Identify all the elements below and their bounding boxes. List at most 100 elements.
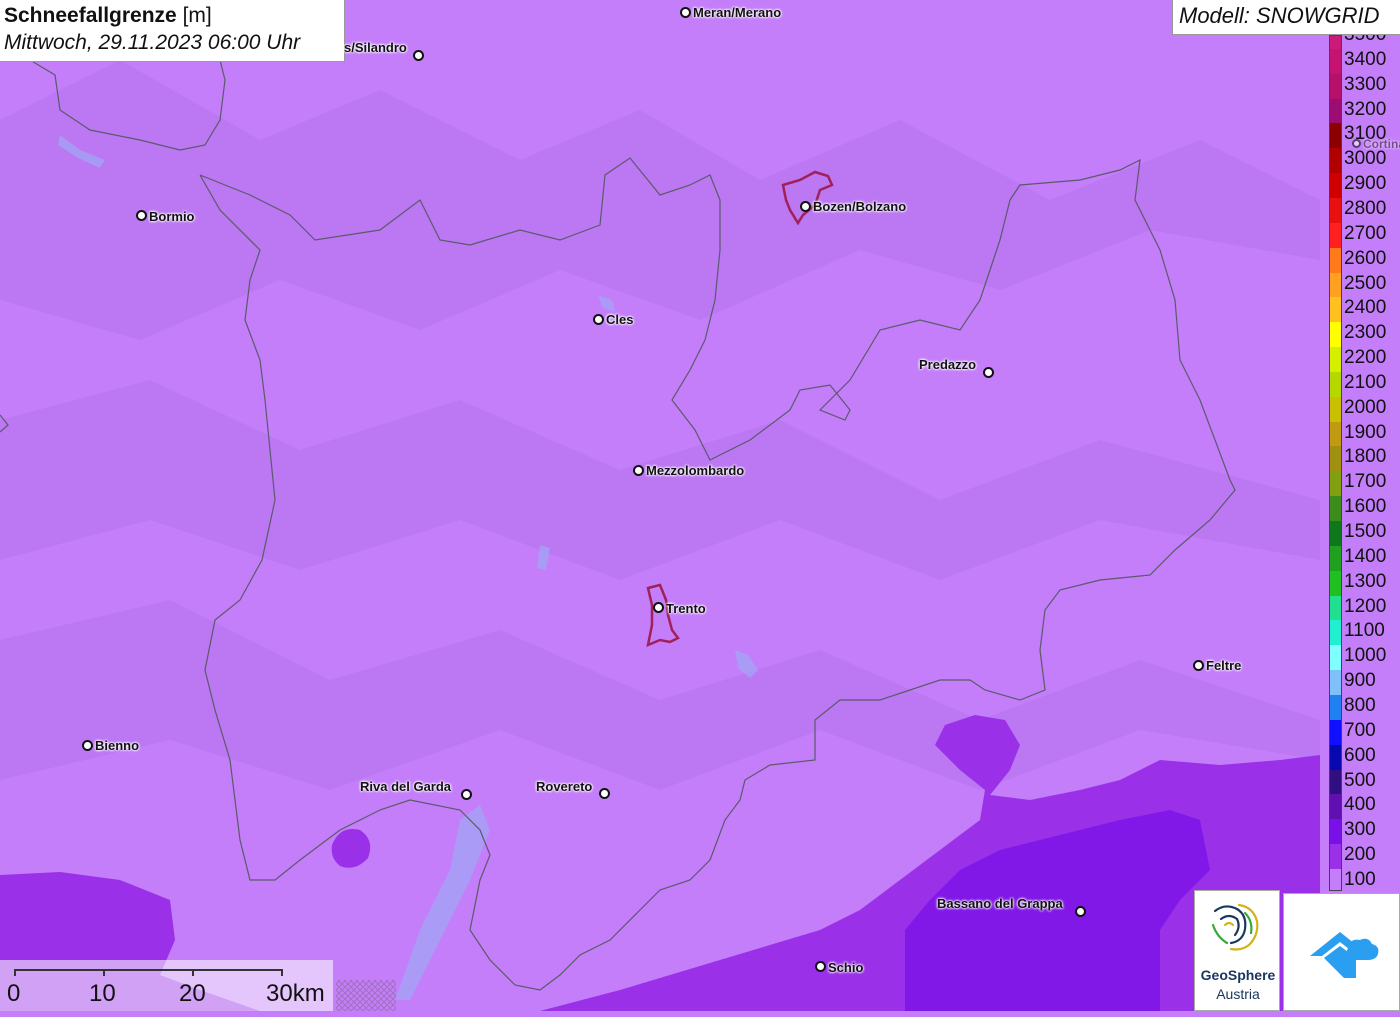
map-date: Mittwoch, 29.11.2023 06:00 Uhr: [4, 31, 301, 54]
legend-label: 2200: [1344, 347, 1387, 369]
snowfall-limit-map[interactable]: [0, 0, 1400, 1011]
city-label-merano[interactable]: Meran/Merano: [693, 5, 781, 20]
city-dot-schio[interactable]: [815, 961, 826, 972]
legend-label: 1900: [1344, 421, 1387, 443]
legend-label: 600: [1344, 744, 1376, 766]
city-label-schio[interactable]: Schio: [828, 960, 863, 975]
scale-tick: [14, 969, 16, 976]
city-label-bolzano[interactable]: Bozen/Bolzano: [813, 199, 906, 214]
legend-label: 2600: [1344, 247, 1387, 269]
city-label-cles[interactable]: Cles: [606, 312, 633, 327]
city-label-riva[interactable]: Riva del Garda: [360, 779, 451, 794]
city-dot-bormio[interactable]: [136, 210, 147, 221]
legend-label: 1200: [1344, 595, 1387, 617]
city-label-silandro[interactable]: s/Silandro: [344, 40, 407, 55]
legend-label: 3000: [1344, 148, 1387, 170]
legend-swatch: [1330, 322, 1341, 348]
city-dot-cles[interactable]: [593, 314, 604, 325]
scale-tick: [192, 969, 194, 976]
geosphere-logo[interactable]: GeoSphere Austria: [1194, 890, 1280, 1011]
city-dot-bassano[interactable]: [1075, 906, 1086, 917]
legend-label: 2700: [1344, 222, 1387, 244]
legend-swatch: [1330, 347, 1341, 373]
legend-swatch: [1330, 396, 1341, 423]
legend-swatch: [1330, 769, 1341, 795]
title-unit: [m]: [182, 4, 212, 27]
scale-label-20: 20: [179, 980, 206, 1007]
legend-label: 800: [1344, 694, 1376, 716]
legend-swatch: [1330, 819, 1341, 845]
legend-swatch: [1330, 297, 1341, 323]
legend-label: 1700: [1344, 471, 1387, 493]
city-label-bienno[interactable]: Bienno: [95, 738, 139, 753]
legend-swatch: [1330, 868, 1341, 890]
legend-swatch: [1330, 197, 1341, 224]
city-dot-mezzolombardo[interactable]: [633, 465, 644, 476]
city-label-feltre[interactable]: Feltre: [1206, 658, 1241, 673]
city-label-bassano[interactable]: Bassano del Grappa: [937, 896, 1063, 911]
legend-label: 1300: [1344, 570, 1387, 592]
legend-swatch: [1330, 36, 1341, 50]
legend-swatch: [1330, 272, 1341, 298]
city-dot-silandro[interactable]: [413, 50, 424, 61]
city-dot-cortina[interactable]: [1352, 139, 1361, 148]
scale-tick: [103, 969, 105, 976]
legend-swatch: [1330, 545, 1341, 572]
legend-label: 1100: [1344, 620, 1385, 642]
legend-swatch: [1330, 73, 1341, 100]
city-label-predazzo[interactable]: Predazzo: [919, 357, 976, 372]
city-dot-bienno[interactable]: [82, 740, 93, 751]
city-label-trento[interactable]: Trento: [666, 601, 706, 616]
city-label-mezzolombardo[interactable]: Mezzolombardo: [646, 463, 744, 478]
legend-swatch: [1330, 521, 1341, 547]
legend-label: 2100: [1344, 371, 1387, 393]
legend-label: 2000: [1344, 396, 1387, 418]
legend-label: 2800: [1344, 197, 1387, 219]
legend-swatch: [1330, 222, 1341, 249]
legend-swatch: [1330, 247, 1341, 273]
legend-label: 1000: [1344, 645, 1387, 667]
legend-swatch: [1330, 620, 1341, 646]
city-dot-trento[interactable]: [653, 602, 664, 613]
legend-swatch: [1330, 471, 1341, 497]
city-dot-feltre[interactable]: [1193, 660, 1204, 671]
city-dot-bolzano[interactable]: [800, 201, 811, 212]
legend-label: 2900: [1344, 173, 1387, 195]
city-label-bormio[interactable]: Bormio: [149, 209, 195, 224]
title-text: Schneefallgrenze: [4, 4, 177, 27]
legend-label: 3200: [1344, 98, 1387, 120]
geosphere-emblem-icon: [1211, 903, 1259, 951]
map-title: Schneefallgrenze [m]: [4, 3, 340, 29]
legend-swatch: [1330, 719, 1341, 746]
legend-label: 400: [1344, 794, 1376, 816]
geosphere-country: Austria: [1216, 986, 1260, 1002]
scale-label-30: 30km: [266, 980, 325, 1007]
legend-swatch: [1330, 371, 1341, 398]
color-legend: 3500 3400 3300 3200 3100 3000 2900 2800 2700 2600…: [1329, 35, 1400, 891]
scale-bar: 0 10 20 30km: [0, 960, 333, 1011]
scale-tick: [281, 969, 283, 976]
app-cloud-house-icon: [1310, 932, 1379, 978]
city-label-rovereto[interactable]: Rovereto: [536, 779, 592, 794]
legend-label: 500: [1344, 769, 1376, 791]
city-dot-predazzo[interactable]: [983, 367, 994, 378]
legend-label: 2300: [1344, 322, 1387, 344]
legend-swatch: [1330, 794, 1341, 820]
legend-swatch: [1330, 173, 1341, 199]
city-dot-rovereto[interactable]: [599, 788, 610, 799]
legend-label: 100: [1344, 868, 1376, 890]
legend-label: 3300: [1344, 73, 1387, 95]
scale-label-0: 0: [7, 980, 21, 1007]
legend-label: 300: [1344, 819, 1376, 841]
app-logo[interactable]: [1283, 893, 1400, 1011]
geosphere-name: GeoSphere: [1200, 967, 1276, 983]
city-dot-riva[interactable]: [461, 789, 472, 800]
city-dot-merano[interactable]: [680, 7, 691, 18]
legend-label: 2400: [1344, 297, 1387, 319]
legend-swatch: [1330, 595, 1341, 621]
legend-swatch: [1330, 645, 1341, 671]
legend-label: 1800: [1344, 446, 1387, 468]
model-label: Modell: SNOWGRID: [1172, 0, 1400, 35]
legend-label: 1500: [1344, 521, 1387, 542]
city-label-cortina[interactable]: Cortina: [1363, 137, 1400, 151]
